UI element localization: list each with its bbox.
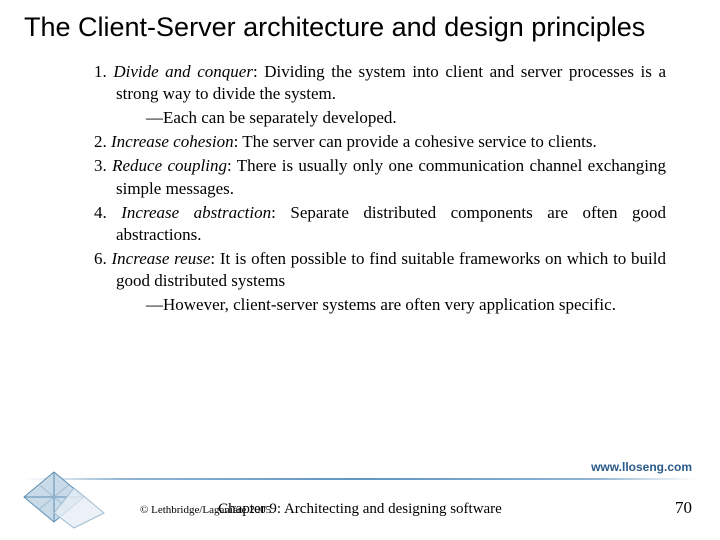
- principle-text: : The server can provide a cohesive serv…: [234, 132, 597, 151]
- principle-num: 2.: [94, 132, 107, 151]
- footer-divider: [24, 478, 696, 480]
- principle-4: 4. Increase abstraction: Separate distri…: [94, 202, 666, 246]
- principle-1: 1. Divide and conquer: Dividing the syst…: [94, 61, 666, 105]
- diamond-logo-icon: [18, 470, 108, 530]
- principle-6-sub: —However, client-server systems are ofte…: [94, 294, 666, 316]
- page-number: 70: [675, 498, 692, 518]
- principle-label: Increase reuse: [112, 249, 211, 268]
- principle-num: 3.: [94, 156, 107, 175]
- principle-label: Reduce coupling: [112, 156, 227, 175]
- slide: The Client-Server architecture and desig…: [0, 0, 720, 540]
- principle-label: Increase cohesion: [111, 132, 234, 151]
- chapter-label: Chapter 9: Architecting and designing so…: [218, 501, 502, 518]
- slide-title: The Client-Server architecture and desig…: [24, 12, 696, 43]
- principle-3: 3. Reduce coupling: There is usually onl…: [94, 155, 666, 199]
- slide-body: 1. Divide and conquer: Dividing the syst…: [24, 61, 696, 316]
- principle-num: 6.: [94, 249, 107, 268]
- principle-2: 2. Increase cohesion: The server can pro…: [94, 131, 666, 153]
- principle-label: Increase abstraction: [121, 203, 271, 222]
- principle-num: 4.: [94, 203, 107, 222]
- principle-label: Divide and conquer: [113, 62, 253, 81]
- principle-6: 6. Increase reuse: It is often possible …: [94, 248, 666, 292]
- principle-1-sub: —Each can be separately developed.: [94, 107, 666, 129]
- site-url: www.lloseng.com: [591, 460, 692, 474]
- principle-num: 1.: [94, 62, 107, 81]
